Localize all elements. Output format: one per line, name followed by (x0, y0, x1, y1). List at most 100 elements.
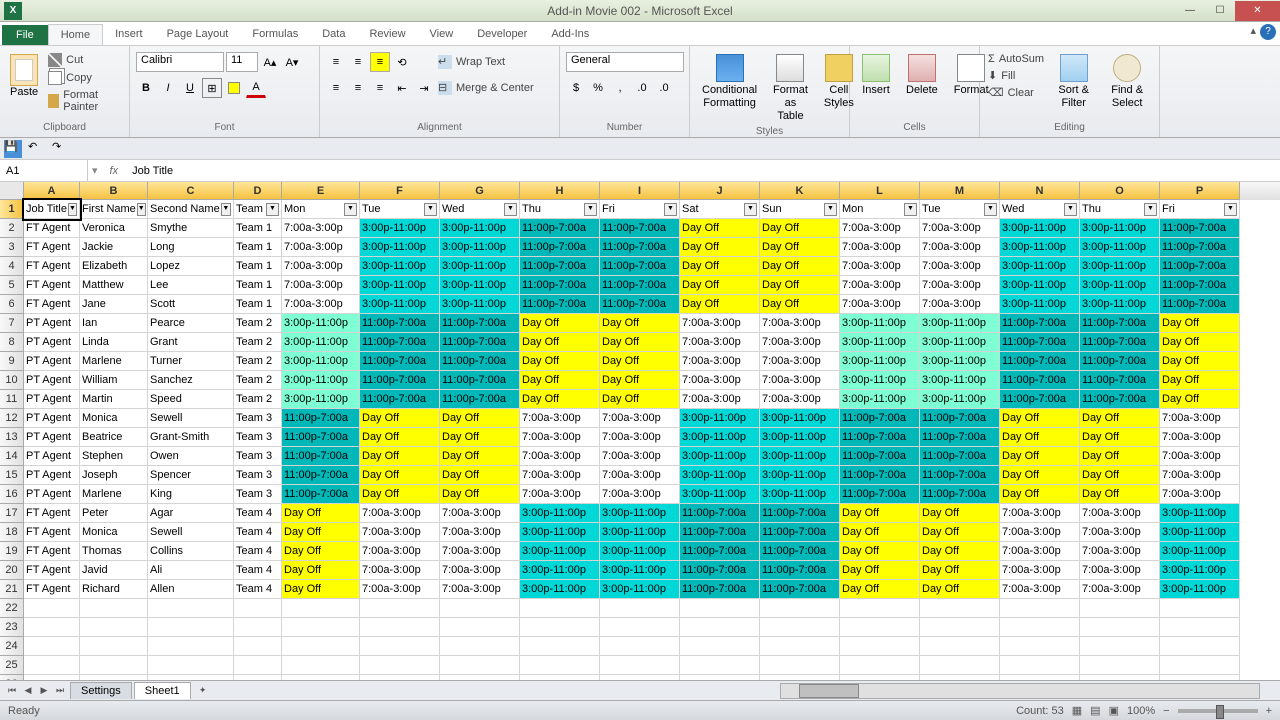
data-cell[interactable]: 7:00a-3:00p (282, 295, 360, 314)
filter-dropdown-icon[interactable]: ▼ (584, 203, 597, 216)
empty-cell[interactable] (148, 656, 234, 675)
data-cell[interactable]: 7:00a-3:00p (520, 428, 600, 447)
data-cell[interactable]: 7:00a-3:00p (520, 409, 600, 428)
empty-cell[interactable] (24, 599, 80, 618)
data-cell[interactable]: 3:00p-11:00p (1080, 219, 1160, 238)
data-cell[interactable]: Day Off (440, 447, 520, 466)
data-cell[interactable]: Day Off (1080, 409, 1160, 428)
ribbon-tab-add-ins[interactable]: Add-Ins (539, 24, 601, 45)
data-cell[interactable]: 3:00p-11:00p (600, 523, 680, 542)
ribbon-tab-view[interactable]: View (418, 24, 466, 45)
data-cell[interactable]: 11:00p-7:00a (680, 504, 760, 523)
data-cell[interactable]: Team 1 (234, 295, 282, 314)
sheet-tab[interactable]: Sheet1 (134, 682, 191, 699)
row-header[interactable]: 2 (0, 219, 24, 238)
data-cell[interactable]: Grant (148, 333, 234, 352)
row-header[interactable]: 21 (0, 580, 24, 599)
empty-cell[interactable] (360, 599, 440, 618)
data-cell[interactable]: 7:00a-3:00p (520, 466, 600, 485)
data-cell[interactable]: 11:00p-7:00a (840, 447, 920, 466)
data-cell[interactable]: 11:00p-7:00a (1080, 352, 1160, 371)
data-cell[interactable]: 7:00a-3:00p (840, 276, 920, 295)
data-cell[interactable]: Richard (80, 580, 148, 599)
data-cell[interactable]: 3:00p-11:00p (282, 314, 360, 333)
help-icon[interactable]: ? (1260, 24, 1276, 40)
data-cell[interactable]: 7:00a-3:00p (680, 314, 760, 333)
data-cell[interactable]: PT Agent (24, 333, 80, 352)
align-top-button[interactable]: ≡ (326, 52, 346, 72)
data-cell[interactable]: Agar (148, 504, 234, 523)
empty-cell[interactable] (680, 599, 760, 618)
data-cell[interactable]: Team 4 (234, 561, 282, 580)
data-cell[interactable]: 3:00p-11:00p (1000, 238, 1080, 257)
data-cell[interactable]: Team 3 (234, 466, 282, 485)
data-cell[interactable]: Speed (148, 390, 234, 409)
data-cell[interactable]: Day Off (440, 428, 520, 447)
row-header[interactable]: 7 (0, 314, 24, 333)
data-cell[interactable]: 7:00a-3:00p (282, 276, 360, 295)
empty-cell[interactable] (24, 618, 80, 637)
zoom-slider[interactable] (1178, 709, 1258, 713)
view-break-icon[interactable]: ▣ (1109, 704, 1119, 717)
data-cell[interactable]: Pearce (148, 314, 234, 333)
row-header[interactable]: 13 (0, 428, 24, 447)
data-cell[interactable]: 11:00p-7:00a (1160, 295, 1240, 314)
empty-cell[interactable] (24, 637, 80, 656)
zoom-in-icon[interactable]: + (1266, 705, 1272, 717)
data-cell[interactable]: 7:00a-3:00p (1080, 523, 1160, 542)
data-cell[interactable]: 3:00p-11:00p (520, 561, 600, 580)
column-header[interactable]: D (234, 182, 282, 200)
filter-dropdown-icon[interactable]: ▼ (1064, 203, 1077, 216)
filter-dropdown-icon[interactable]: ▼ (504, 203, 517, 216)
data-cell[interactable]: 11:00p-7:00a (1000, 390, 1080, 409)
data-cell[interactable]: 3:00p-11:00p (600, 542, 680, 561)
empty-cell[interactable] (920, 599, 1000, 618)
bold-button[interactable]: B (136, 78, 156, 98)
data-cell[interactable]: PT Agent (24, 409, 80, 428)
column-header[interactable]: H (520, 182, 600, 200)
empty-cell[interactable] (24, 656, 80, 675)
data-cell[interactable]: 7:00a-3:00p (920, 219, 1000, 238)
column-header[interactable]: M (920, 182, 1000, 200)
empty-cell[interactable] (520, 618, 600, 637)
data-cell[interactable]: Beatrice (80, 428, 148, 447)
filter-header-cell[interactable]: Wed▼ (440, 200, 520, 219)
data-cell[interactable]: 3:00p-11:00p (920, 371, 1000, 390)
data-cell[interactable]: Day Off (680, 238, 760, 257)
data-cell[interactable]: 3:00p-11:00p (1160, 504, 1240, 523)
row-header[interactable]: 8 (0, 333, 24, 352)
data-cell[interactable]: Day Off (840, 580, 920, 599)
fill-button[interactable]: ⬇ Fill (986, 68, 1046, 83)
empty-cell[interactable] (680, 618, 760, 637)
empty-cell[interactable] (80, 637, 148, 656)
column-header[interactable]: A (24, 182, 80, 200)
empty-cell[interactable] (1160, 637, 1240, 656)
row-header[interactable]: 1 (0, 200, 24, 219)
data-cell[interactable]: 7:00a-3:00p (1000, 504, 1080, 523)
data-cell[interactable]: Owen (148, 447, 234, 466)
data-cell[interactable]: Team 2 (234, 371, 282, 390)
font-name-select[interactable]: Calibri (136, 52, 224, 72)
select-all-button[interactable] (0, 182, 24, 200)
data-cell[interactable]: Day Off (360, 409, 440, 428)
data-cell[interactable]: Martin (80, 390, 148, 409)
copy-button[interactable]: Copy (46, 70, 123, 86)
row-header[interactable]: 12 (0, 409, 24, 428)
filter-header-cell[interactable]: Sat▼ (680, 200, 760, 219)
empty-cell[interactable] (360, 637, 440, 656)
data-cell[interactable]: Team 2 (234, 352, 282, 371)
data-cell[interactable]: 3:00p-11:00p (282, 333, 360, 352)
empty-cell[interactable] (1160, 656, 1240, 675)
empty-cell[interactable] (760, 618, 840, 637)
column-header[interactable]: O (1080, 182, 1160, 200)
data-cell[interactable]: Day Off (1160, 352, 1240, 371)
align-middle-button[interactable]: ≡ (348, 52, 368, 72)
row-header[interactable]: 24 (0, 637, 24, 656)
empty-cell[interactable] (1000, 599, 1080, 618)
data-cell[interactable]: Team 2 (234, 333, 282, 352)
data-cell[interactable]: 11:00p-7:00a (1000, 333, 1080, 352)
data-cell[interactable]: Veronica (80, 219, 148, 238)
data-cell[interactable]: 7:00a-3:00p (760, 371, 840, 390)
data-cell[interactable]: 7:00a-3:00p (920, 257, 1000, 276)
data-cell[interactable]: 11:00p-7:00a (440, 371, 520, 390)
